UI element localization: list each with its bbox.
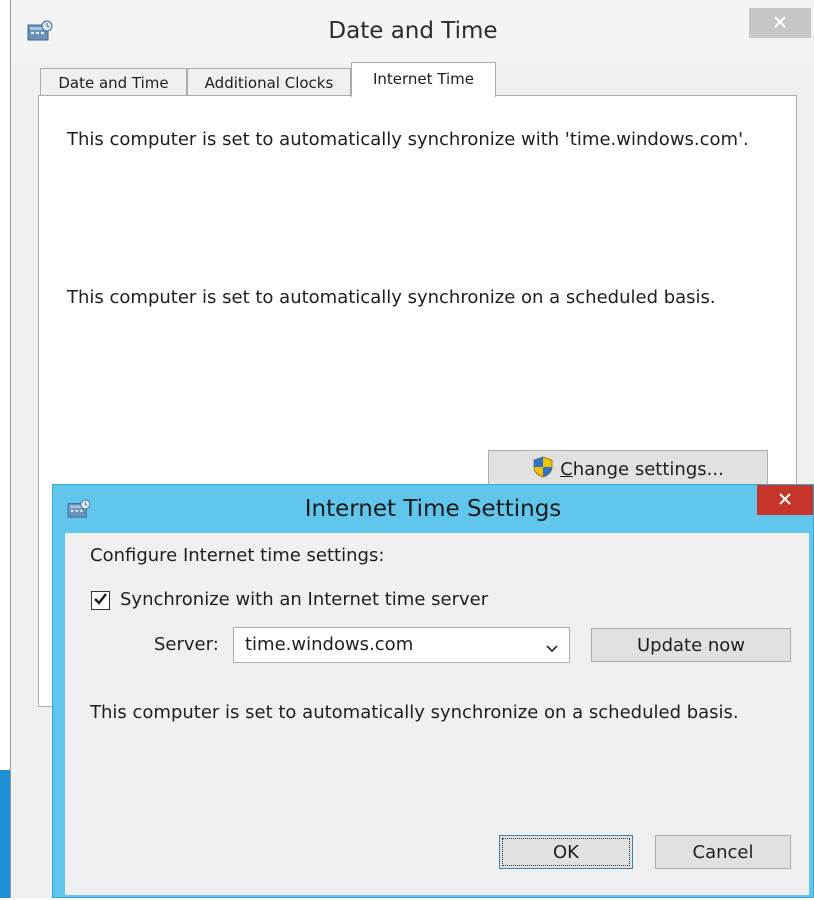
change-settings-button[interactable]: Change settings... xyxy=(488,450,768,488)
tab-additional-clocks[interactable]: Additional Clocks xyxy=(187,68,351,98)
checkmark-icon xyxy=(93,591,108,610)
outer-title-bar[interactable]: Date and Time xyxy=(11,0,814,64)
internet-time-settings-dialog: Internet Time Settings Configure Interne… xyxy=(52,484,814,898)
cancel-button[interactable]: Cancel xyxy=(655,835,791,869)
outer-close-button[interactable] xyxy=(749,8,811,38)
sync-schedule-text: This computer is set to automatically sy… xyxy=(67,287,716,308)
dialog-status-text: This computer is set to automatically sy… xyxy=(90,702,739,723)
tab-internet-time[interactable]: Internet Time xyxy=(351,62,496,97)
ok-button[interactable]: OK xyxy=(499,835,633,869)
sync-checkbox-label[interactable]: Synchronize with an Internet time server xyxy=(120,589,488,610)
tab-date-and-time[interactable]: Date and Time xyxy=(40,68,187,98)
dialog-body: Configure Internet time settings: Synchr… xyxy=(65,533,809,895)
dialog-title-bar[interactable]: Internet Time Settings xyxy=(53,485,813,533)
sync-checkbox[interactable] xyxy=(91,591,110,610)
server-label: Server: xyxy=(154,634,219,655)
close-icon xyxy=(773,14,787,33)
dialog-title: Internet Time Settings xyxy=(304,496,562,522)
dialog-close-button[interactable] xyxy=(757,485,813,515)
chevron-down-icon[interactable] xyxy=(545,639,559,658)
server-combobox[interactable]: time.windows.com xyxy=(233,627,570,663)
configure-label: Configure Internet time settings: xyxy=(90,545,385,566)
uac-shield-icon xyxy=(532,456,554,483)
change-settings-label: Change settings... xyxy=(560,458,724,480)
close-icon xyxy=(778,491,792,510)
update-now-button[interactable]: Update now xyxy=(591,628,791,662)
sync-server-text: This computer is set to automatically sy… xyxy=(67,129,749,150)
window-title: Date and Time xyxy=(328,18,498,44)
server-value[interactable]: time.windows.com xyxy=(245,634,413,655)
